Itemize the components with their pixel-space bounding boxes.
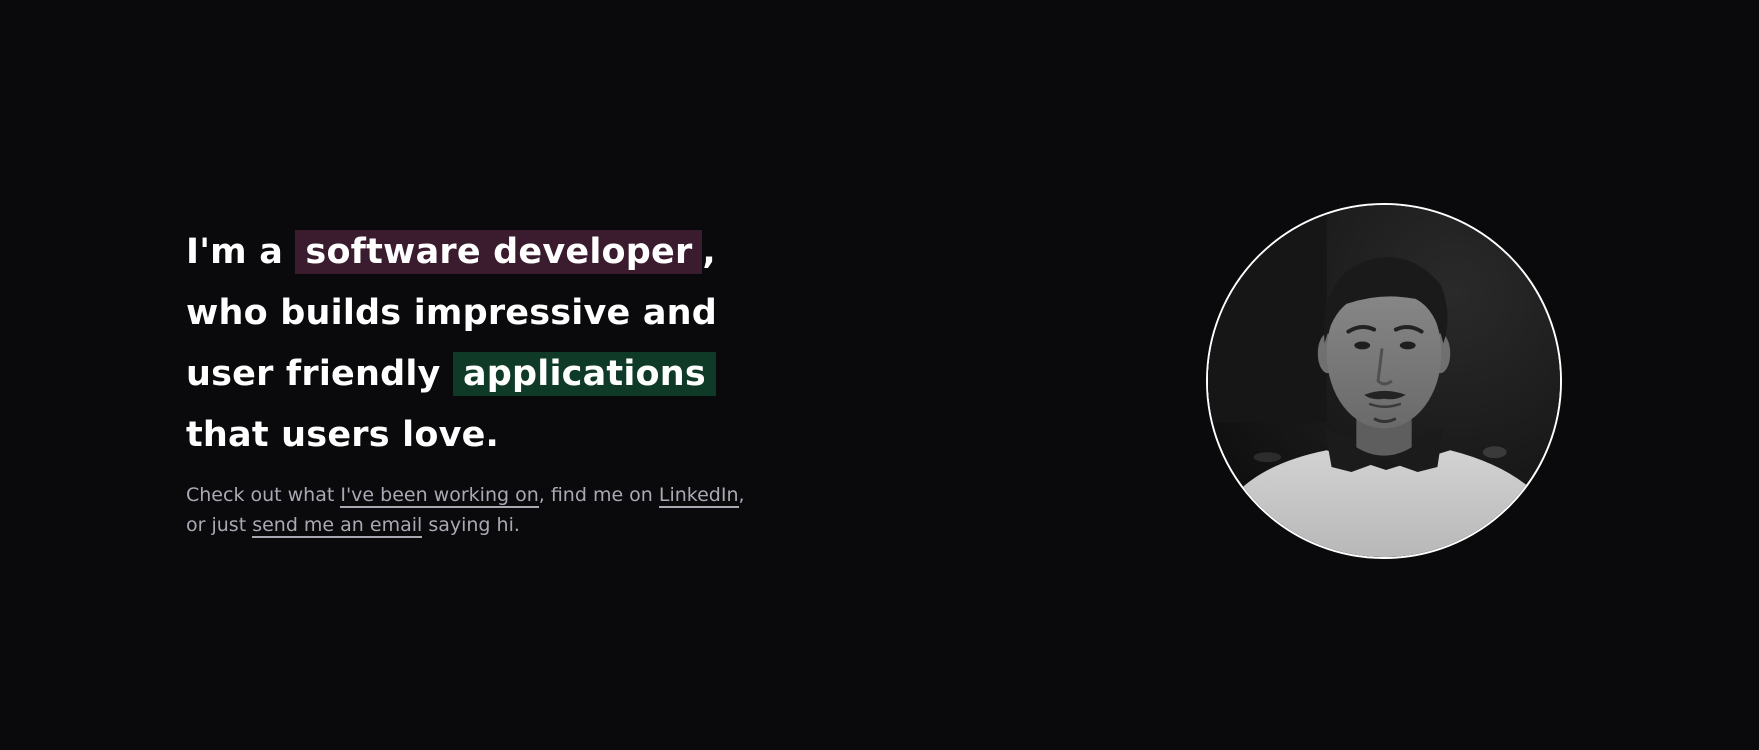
profile-photo — [1206, 203, 1562, 559]
intro-block: I'm a software developer, who builds impr… — [186, 222, 806, 540]
tagline-text: Check out what — [186, 484, 341, 506]
headline: I'm a software developer, who builds impr… — [186, 222, 806, 466]
tagline: Check out what I've been working on, fin… — [186, 480, 806, 540]
work-link[interactable]: I've been working on — [340, 484, 539, 508]
headline-text: , — [702, 232, 716, 272]
tagline-text: or just — [186, 514, 253, 536]
tagline-text: , find me on — [538, 484, 659, 506]
email-link[interactable]: send me an email — [252, 514, 423, 538]
role-highlight: software developer — [295, 230, 703, 274]
linkedin-link[interactable]: LinkedIn — [658, 484, 739, 508]
headline-text: who builds impressive and — [186, 293, 718, 333]
tagline-text: , — [738, 484, 745, 506]
applications-highlight: applications — [452, 352, 716, 396]
headline-text: user friendly — [186, 354, 453, 394]
headline-text: I'm a — [186, 232, 296, 272]
headline-text: that users love. — [186, 415, 500, 455]
tagline-text: saying hi. — [422, 514, 520, 536]
hero-section: I'm a software developer, who builds impr… — [0, 0, 1759, 750]
profile-photo-icon — [1208, 205, 1560, 557]
